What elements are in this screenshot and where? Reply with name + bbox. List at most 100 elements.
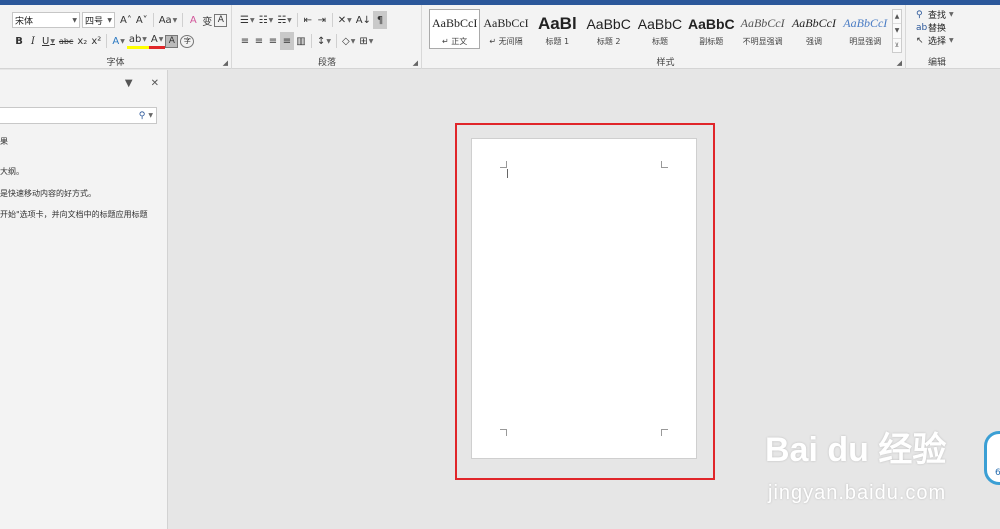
font-size-value: 四号 xyxy=(85,16,104,27)
margin-corner-mark xyxy=(661,161,668,168)
gallery-scroll[interactable]: ▲ ▼ ⊻ xyxy=(892,9,902,53)
nav-search-input[interactable]: ⚲ ▼ xyxy=(0,107,157,124)
font-color-button[interactable]: A ▼ xyxy=(148,34,166,49)
scroll-up-icon[interactable]: ▲ xyxy=(893,10,901,25)
char-border-button[interactable]: A xyxy=(214,13,228,27)
chevron-down-icon: ▼ xyxy=(120,37,125,45)
chevron-down-icon: ▼ xyxy=(268,16,274,24)
highlight-button[interactable]: ab ▼ xyxy=(126,34,149,49)
style-item[interactable]: AaBbCcI 不明显强调 xyxy=(737,9,788,49)
chevron-down-icon: ▼ xyxy=(142,36,147,43)
style-item[interactable]: AaBbCcI 明显强调 xyxy=(840,9,891,49)
style-name: 标题 1 xyxy=(545,36,570,46)
style-item[interactable]: AaBbC 标题 2 xyxy=(583,9,634,49)
multilevel-list-button[interactable]: ☵ ▼ xyxy=(275,11,294,29)
superscript-button[interactable]: x² xyxy=(89,32,103,50)
style-sample: AaBbCcI xyxy=(843,16,888,30)
distribute-button[interactable]: ▥ xyxy=(294,32,308,50)
dialog-launcher-icon[interactable]: ◢ xyxy=(223,59,228,67)
font-color-label: A xyxy=(150,34,158,45)
bullets-button[interactable]: ☰ ▼ xyxy=(238,11,257,29)
font-group-label: 字体 xyxy=(106,58,125,68)
subscript-button[interactable]: x₂ xyxy=(75,32,89,50)
close-icon[interactable]: ✕ xyxy=(151,78,159,89)
divider xyxy=(331,13,333,27)
style-sample: AaBbCcI xyxy=(483,16,529,30)
styles-gallery: AaBbCcI ↵ 正文 AaBbCcI ↵ 无间隔 AaBl 标题 1 AaBbC 标题 2… xyxy=(429,9,891,49)
style-item[interactable]: AaBbC 标题 xyxy=(634,9,685,49)
style-sample: AaBbC xyxy=(586,15,631,32)
find-button[interactable]: ⚲ 查找 ▼ xyxy=(907,8,954,22)
phonetic-guide-button[interactable]: 变 xyxy=(200,11,214,29)
scroll-down-icon[interactable]: ▼ xyxy=(893,24,901,39)
chevron-down-icon: ▼ xyxy=(72,16,77,24)
dialog-launcher-icon[interactable]: ◢ xyxy=(413,59,418,67)
chevron-down-icon: ▼ xyxy=(350,37,356,45)
replace-button[interactable]: ab 替换 xyxy=(907,21,954,35)
font-name-combo[interactable]: 宋体 ▼ xyxy=(12,12,80,28)
highlight-label: ab xyxy=(128,34,142,45)
style-name: ↵ 无间隔 xyxy=(489,36,523,46)
change-case-button[interactable]: Aa ▼ xyxy=(157,11,180,29)
justify-button[interactable]: ≡ xyxy=(280,32,294,50)
paragraph-group-label: 段落 xyxy=(317,58,336,68)
style-item[interactable]: AaBbC 副标题 xyxy=(686,9,737,49)
chevron-down-icon[interactable]: ▼ xyxy=(148,112,153,119)
divider xyxy=(106,34,108,48)
strikethrough-button[interactable]: abc xyxy=(57,32,75,50)
expand-gallery-icon[interactable]: ⊻ xyxy=(893,39,901,52)
select-button[interactable]: ↖ 选择 ▼ xyxy=(907,34,954,48)
style-name: 标题 2 xyxy=(596,36,621,46)
style-item[interactable]: AaBbCcI ↵ 正文 xyxy=(429,9,481,49)
chevron-down-icon: ▼ xyxy=(949,37,954,44)
chevron-down-icon: ▼ xyxy=(326,37,332,45)
pane-options-icon[interactable]: ▼ xyxy=(125,78,133,89)
nav-message-line: 是快速移动内容的好方式。 xyxy=(0,189,96,198)
grow-font-button[interactable]: A˄ xyxy=(118,11,134,29)
text-effects-button[interactable]: A ▼ xyxy=(110,32,126,50)
char-shading-button[interactable]: A xyxy=(165,34,179,48)
align-right-button[interactable]: ≡ xyxy=(266,32,280,50)
style-item[interactable]: AaBbCcI 强调 xyxy=(788,9,839,49)
baidu-watermark: Bai du 经验 jingyan.baidu.com xyxy=(765,418,985,518)
enclose-chars-button[interactable]: 字 xyxy=(180,34,195,48)
style-name: 明显强调 xyxy=(849,36,882,46)
style-item[interactable]: AaBbCcI ↵ 无间隔 xyxy=(480,9,531,49)
style-name: 标题 xyxy=(651,36,668,46)
dialog-launcher-icon[interactable]: ◢ xyxy=(897,59,902,67)
sort-button[interactable]: A↓ xyxy=(354,11,373,29)
align-center-button[interactable]: ≡ xyxy=(252,32,266,50)
chinese-layout-button[interactable]: ✕ ▼ xyxy=(336,11,354,29)
badge-count: 6 xyxy=(995,468,1000,478)
style-item[interactable]: AaBl 标题 1 xyxy=(532,9,583,49)
shading-button[interactable]: ◇ ▼ xyxy=(340,32,357,50)
search-icon[interactable]: ⚲ xyxy=(139,111,146,121)
borders-button[interactable]: ⊞ ▼ xyxy=(357,32,375,50)
align-left-button[interactable]: ≡ xyxy=(238,32,252,50)
chevron-down-icon: ▼ xyxy=(158,36,164,43)
paragraph-group: ☰ ▼ ☷ ▼ ☵ ▼ ⇤ ⇥ ✕ ▼ A↓ ¶ ≡ ≡ ≡ ≡ ▥ ↕ ▼ ◇ ▼ ⊞ ▼ … xyxy=(233,5,422,69)
nav-pane-header: ▼ ✕ xyxy=(125,78,159,89)
replace-label: 替换 xyxy=(928,24,947,34)
shrink-font-button[interactable]: A˅ xyxy=(134,11,150,29)
increase-indent-button[interactable]: ⇥ xyxy=(315,11,329,29)
divider xyxy=(182,13,184,27)
show-marks-button[interactable]: ¶ xyxy=(373,11,388,29)
underline-button[interactable]: U ▼ xyxy=(40,32,57,50)
italic-button[interactable]: I xyxy=(26,32,40,50)
borders-icon: ⊞ xyxy=(359,35,368,47)
line-spacing-button[interactable]: ↕ ▼ xyxy=(315,32,333,50)
corner-badge: 6 xyxy=(984,431,1000,485)
numbering-button[interactable]: ☷ ▼ xyxy=(257,11,276,29)
margin-corner-mark xyxy=(661,429,668,436)
bold-button[interactable]: B xyxy=(12,32,26,50)
numbering-icon: ☷ xyxy=(258,14,268,26)
document-page[interactable] xyxy=(471,138,697,459)
font-size-combo[interactable]: 四号 ▼ xyxy=(82,12,115,28)
chevron-down-icon: ▼ xyxy=(50,37,55,45)
replace-icon: ab xyxy=(916,22,928,33)
decrease-indent-button[interactable]: ⇤ xyxy=(301,11,315,29)
font-group: 宋体 ▼ 四号 ▼ A˄ A˅ Aa ▼ A 变 A B I U ▼ abc x₂ x²… xyxy=(0,5,232,69)
clear-format-button[interactable]: A xyxy=(186,11,200,29)
divider xyxy=(296,13,298,27)
